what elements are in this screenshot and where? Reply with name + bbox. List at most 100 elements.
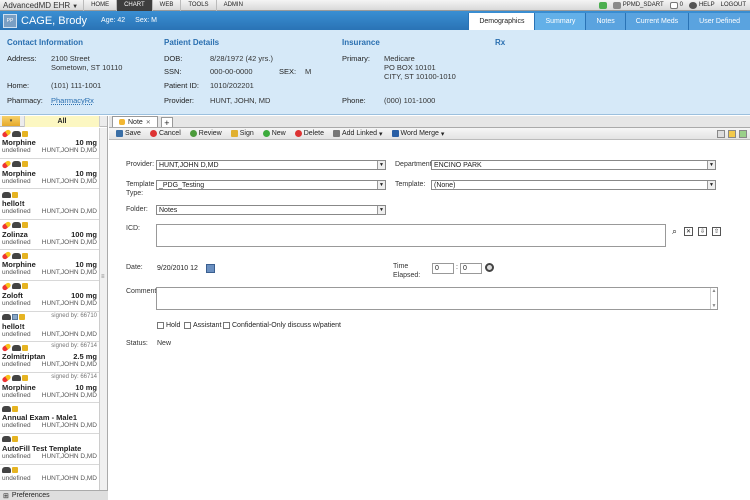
- delete-button[interactable]: Delete: [291, 130, 328, 137]
- lock-icon: [22, 252, 28, 259]
- export-icon[interactable]: [739, 129, 747, 138]
- list-item-status: undefined: [2, 177, 31, 185]
- department-select[interactable]: ENCINO PARK ▼: [431, 160, 716, 170]
- list-item-status: undefined: [2, 147, 31, 154]
- list-item-icons: [2, 190, 97, 199]
- list-item[interactable]: Morphine 10 mg undefined HUNT,JOHN D,MD: [0, 159, 99, 190]
- pharmacy-link[interactable]: PharmacyRx: [51, 96, 94, 105]
- cancel-icon: [149, 130, 157, 137]
- lock-icon: [22, 283, 28, 290]
- assistant-box[interactable]: [184, 322, 191, 329]
- sign-button[interactable]: Sign: [227, 130, 258, 137]
- list-item-title: Morphine: [2, 382, 36, 392]
- list-item[interactable]: signed by: 66714 Morphine 10 mg undefined HU…: [0, 373, 99, 404]
- clock-icon[interactable]: [485, 263, 494, 272]
- tab-user-defined[interactable]: User Defined: [688, 13, 750, 30]
- list-item-icons: [1, 251, 97, 261]
- disk-icon: [12, 314, 18, 321]
- nav-chart[interactable]: CHART: [116, 0, 152, 11]
- provider-select[interactable]: HUNT,JOHN D,MD ▼: [156, 160, 386, 170]
- add-tab-button[interactable]: +: [160, 117, 173, 128]
- tab-summary[interactable]: Summary: [534, 13, 586, 30]
- user-icon: [612, 1, 621, 9]
- list-item-title: AutoFill Test Template: [2, 443, 82, 453]
- hours-value: 0: [435, 265, 439, 272]
- list-item[interactable]: undefined HUNT,JOHN D,MD: [0, 465, 99, 490]
- assistant-checkbox[interactable]: Assistant: [184, 322, 221, 329]
- list-item-dose: 100 mg: [71, 229, 97, 239]
- close-icon[interactable]: ✕: [146, 119, 151, 126]
- user-menu[interactable]: PPMD_SDART: [612, 1, 664, 9]
- list-item[interactable]: signed by: 66710 hello!t undefined HUNT,JOH…: [0, 312, 99, 343]
- filter-all-tab[interactable]: All: [24, 115, 100, 127]
- clear-icon[interactable]: ✕: [684, 227, 693, 236]
- notes-list: Morphine 10 mg undefined HUNT,JOHN D,MD Morp…: [0, 128, 99, 490]
- binoculars-icon[interactable]: ⌕: [670, 226, 679, 236]
- lock-icon: [22, 344, 28, 351]
- app-brand-menu[interactable]: AdvancedMD EHR ▼: [0, 1, 83, 10]
- chevron-down-icon: ▼: [377, 206, 385, 214]
- help-button[interactable]: HELP: [688, 1, 715, 9]
- hours-input[interactable]: 0: [432, 263, 454, 274]
- hold-box[interactable]: [157, 322, 164, 329]
- comment-scrollbar[interactable]: ▲ ▼: [710, 288, 717, 309]
- address-line2: Sometown, ST 10110: [51, 63, 123, 72]
- tab-note[interactable]: Note ✕: [112, 116, 158, 127]
- calendar-icon[interactable]: [206, 264, 215, 273]
- tab-current-meds[interactable]: Current Meds: [624, 13, 689, 30]
- nav-home[interactable]: HOME: [83, 0, 116, 11]
- list-item-provider: HUNT,JOHN D,MD: [41, 238, 97, 246]
- tab-demographics[interactable]: Demographics: [468, 13, 535, 30]
- list-item[interactable]: hello!t undefined HUNT,JOHN D,MD: [0, 189, 99, 220]
- nav-tools[interactable]: TOOLS: [180, 0, 215, 11]
- list-item[interactable]: Morphine 10 mg undefined HUNT,JOHN D,MD: [0, 128, 99, 159]
- move-up-icon[interactable]: ⇧: [712, 227, 721, 236]
- list-item-title-row: hello!t: [2, 322, 97, 331]
- car-icon: [2, 191, 11, 198]
- icd-input[interactable]: [156, 224, 666, 247]
- car-icon: [2, 467, 11, 474]
- save-button[interactable]: Save: [112, 130, 145, 137]
- list-item-title-row: Morphine 10 mg: [2, 260, 97, 269]
- dob-value: 8/28/1972 (42 yrs.): [210, 54, 273, 63]
- list-item-title: Zoloft: [2, 290, 23, 300]
- lock-icon: [22, 161, 28, 168]
- add-linked-button[interactable]: Add Linked ▾: [329, 130, 387, 138]
- template-select[interactable]: (None) ▼: [431, 180, 716, 190]
- avatar[interactable]: PP: [3, 13, 17, 28]
- minutes-input[interactable]: 0: [460, 263, 482, 274]
- sync-icon[interactable]: [598, 1, 607, 9]
- mail-button[interactable]: 0: [669, 1, 683, 9]
- hold-checkbox[interactable]: Hold: [157, 322, 180, 329]
- list-item[interactable]: signed by: 66714 Zolmitriptan 2.5 mg undefi…: [0, 342, 99, 373]
- confidential-checkbox[interactable]: Confidential-Only discuss w/patient: [223, 322, 341, 329]
- cancel-button[interactable]: Cancel: [146, 130, 185, 137]
- folder-select[interactable]: Notes ▼: [156, 205, 386, 215]
- list-scrollbar[interactable]: ≡: [99, 128, 107, 490]
- logout-button[interactable]: LOGOUT: [721, 2, 746, 8]
- template-type-select[interactable]: _PDG_Testing ▼: [156, 180, 386, 190]
- scroll-up-icon: ▲: [711, 288, 717, 294]
- new-button[interactable]: New: [259, 130, 290, 137]
- tab-notes[interactable]: Notes: [585, 13, 625, 30]
- new-label: New: [271, 130, 286, 137]
- preferences-button[interactable]: ⊞ Preferences: [0, 490, 108, 500]
- move-down-icon[interactable]: ⇩: [698, 227, 707, 236]
- review-button[interactable]: Review: [186, 130, 226, 137]
- list-item[interactable]: Zoloft 100 mg undefined HUNT,JOHN D,MD: [0, 281, 99, 312]
- list-item[interactable]: Annual Exam - Male1 undefined HUNT,JOHN D,…: [0, 403, 99, 434]
- columns-icon[interactable]: [717, 129, 725, 138]
- list-item[interactable]: Morphine 10 mg undefined HUNT,JOHN D,MD: [0, 250, 99, 281]
- confidential-box[interactable]: [223, 322, 230, 329]
- comment-input[interactable]: ▲ ▼: [156, 287, 718, 310]
- address-line1: 2100 Street: [51, 54, 90, 63]
- list-item[interactable]: AutoFill Test Template undefined HUNT,JOHN…: [0, 434, 99, 465]
- pharmacy-label: Pharmacy:: [7, 96, 43, 105]
- word-merge-button[interactable]: Word Merge ▾: [388, 130, 449, 138]
- list-item[interactable]: Zolinza 100 mg undefined HUNT,JOHN D,MD: [0, 220, 99, 251]
- nav-web[interactable]: WEB: [151, 0, 181, 11]
- folder-dropdown[interactable]: ▾: [2, 116, 20, 126]
- assistant-label: Assistant: [193, 322, 222, 329]
- folder-icon[interactable]: [728, 129, 736, 138]
- nav-admin[interactable]: ADMIN: [215, 0, 250, 11]
